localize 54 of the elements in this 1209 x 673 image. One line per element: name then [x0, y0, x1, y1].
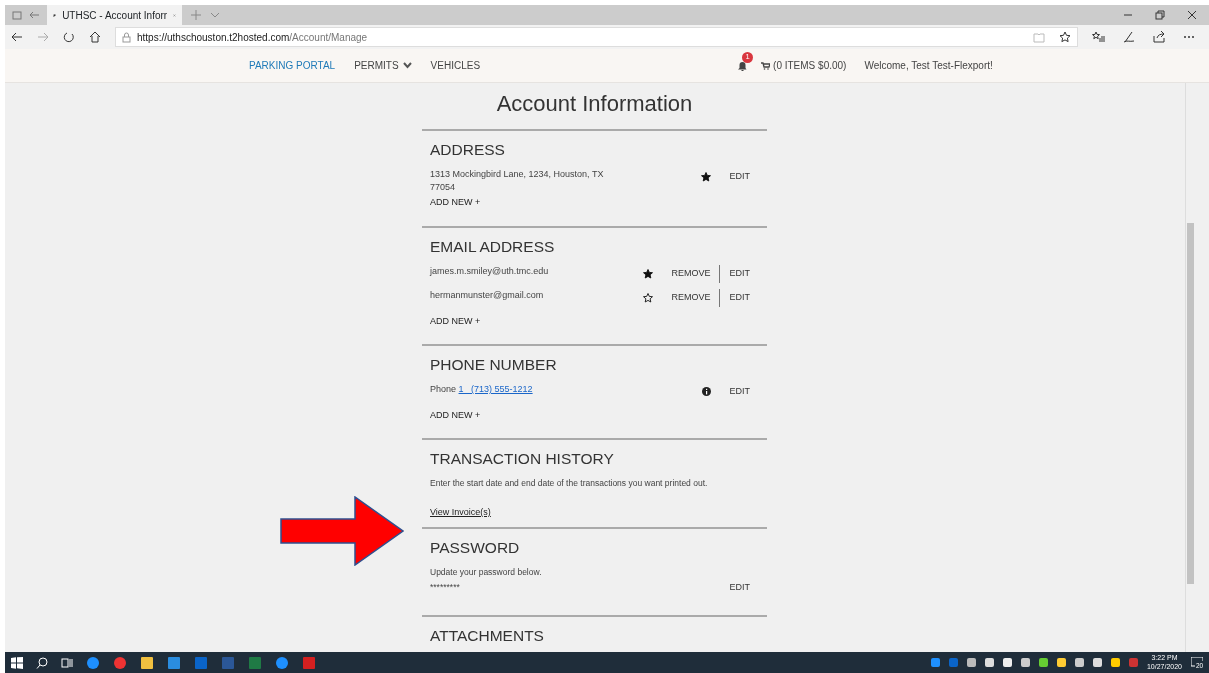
home-icon[interactable] — [89, 31, 101, 43]
email-text: hermanmunster@gmail.com — [430, 289, 544, 300]
address-bar[interactable]: https://uthschouston.t2hosted.com/Account/Manage — [115, 27, 1078, 47]
section-heading: PHONE NUMBER — [430, 356, 558, 374]
edit-link[interactable]: EDIT — [719, 168, 759, 187]
cart-link[interactable]: (0 ITEMS $0.00) — [761, 58, 847, 73]
section-heading: TRANSACTION HISTORY — [430, 450, 615, 469]
info-icon[interactable] — [702, 387, 712, 397]
start-icon[interactable] — [11, 656, 23, 669]
filled-star-icon[interactable] — [701, 172, 712, 183]
lock-icon — [122, 31, 131, 43]
add-new-link[interactable]: ADD NEW + — [430, 314, 481, 329]
nav-link[interactable]: VEHICLES — [430, 58, 481, 73]
view-invoices-link[interactable]: View Invoice(s) — [430, 506, 491, 520]
back-icon[interactable] — [11, 31, 23, 43]
restore-icon[interactable] — [1155, 10, 1165, 20]
favorite-star-icon[interactable] — [1059, 31, 1071, 43]
phone-text: Phone 1 (713) 555-1212 — [430, 383, 533, 394]
edit-link[interactable]: EDIT — [719, 578, 759, 597]
edit-link[interactable]: EDIT — [719, 288, 759, 307]
cart-icon — [761, 61, 771, 70]
section-heading: ADDRESS — [430, 141, 506, 160]
welcome-text: Welcome, Test Test-Flexport! — [864, 59, 993, 73]
section-heading: EMAIL ADDRESS — [430, 237, 556, 256]
section-heading: PASSWORD — [430, 539, 521, 557]
share-icon[interactable] — [1153, 31, 1165, 43]
favorites-list-icon[interactable] — [1092, 31, 1105, 43]
section-heading: ATTACHMENTS — [430, 626, 545, 645]
search-icon[interactable] — [36, 656, 48, 669]
description-text: Update your password below. — [430, 565, 543, 579]
nav-link[interactable]: PERMITS — [354, 58, 412, 73]
task-view-icon[interactable] — [61, 656, 73, 669]
url-text: https://uthschouston.t2hosted.com/Account/Manage — [137, 30, 368, 45]
bell-icon[interactable] — [738, 60, 748, 71]
set-aside-tabs-icon[interactable] — [29, 9, 41, 21]
filled-star-icon[interactable] — [643, 268, 654, 279]
add-new-link[interactable]: ADD NEW + — [430, 408, 481, 423]
chevron-down-icon — [402, 62, 412, 69]
page-title: Account Information — [495, 91, 694, 118]
scrollbar[interactable] — [1185, 83, 1195, 652]
add-new-link[interactable]: ADD NEW + — [430, 196, 481, 210]
description-text: Enter the start date and end date of the transactions you want printed out. — [430, 477, 709, 490]
nav-link[interactable]: PARKING PORTAL — [249, 58, 336, 73]
remove-link[interactable]: REMOVE — [661, 264, 720, 283]
phone-link[interactable]: 1 (713) 555-1212 — [458, 383, 533, 394]
edit-link[interactable]: EDIT — [719, 264, 759, 283]
close-icon[interactable] — [1187, 10, 1197, 20]
refresh-icon[interactable] — [63, 31, 75, 43]
outline-star-icon[interactable] — [643, 292, 654, 303]
edit-link[interactable]: EDIT — [719, 382, 759, 401]
remove-link[interactable]: REMOVE — [661, 288, 720, 307]
entry-text: 1313 Mockingbird Lane, 1234, Houston, TX 77054 — [430, 169, 604, 193]
password-value: ********* — [430, 581, 460, 594]
email-text: james.m.smiley@uth.tmc.edu — [430, 265, 549, 276]
